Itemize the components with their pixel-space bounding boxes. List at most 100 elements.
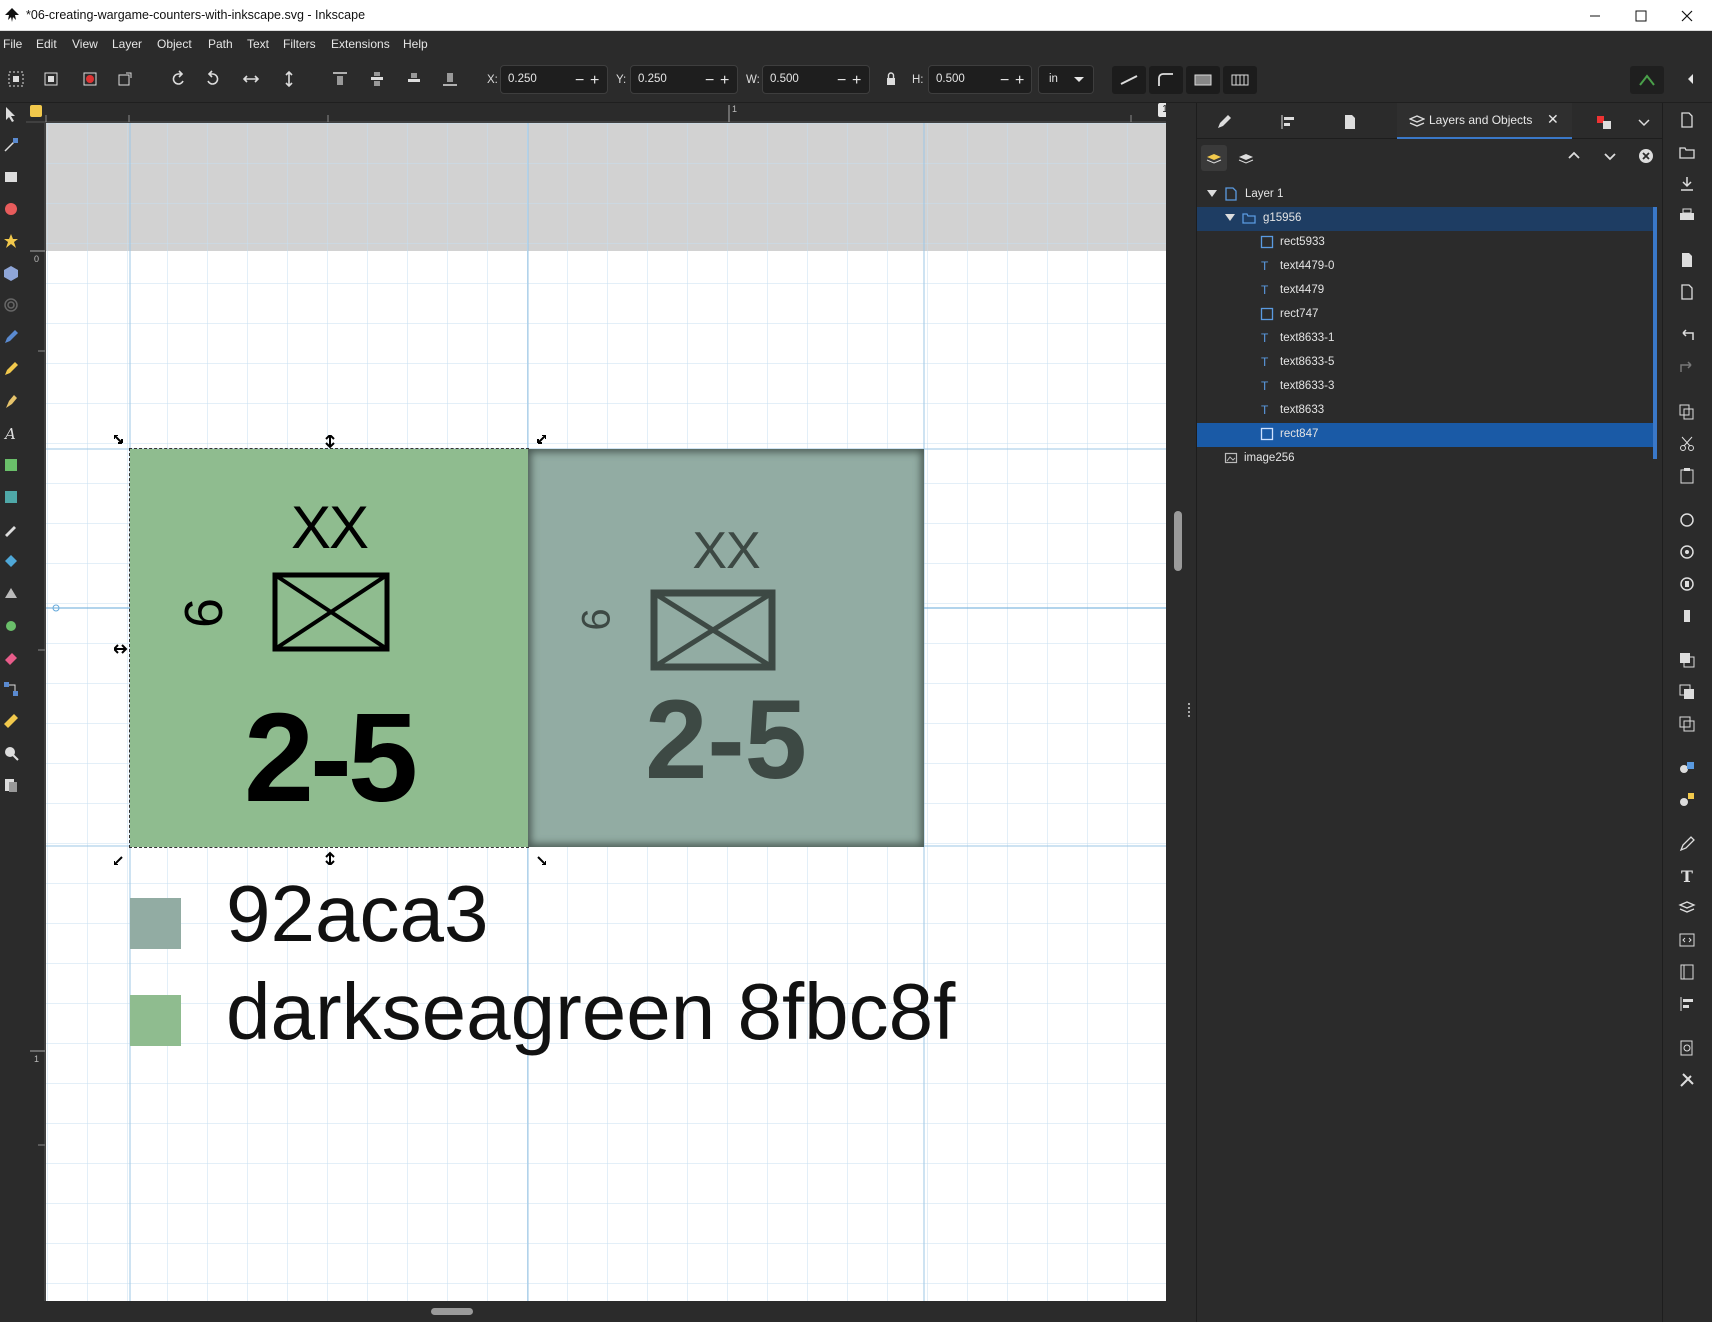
- object-mode-button[interactable]: [1233, 145, 1259, 171]
- fill-stroke-dialog-button[interactable]: [1678, 835, 1698, 855]
- expand-triangle-icon[interactable]: [1225, 214, 1235, 222]
- w-increment[interactable]: +: [852, 72, 861, 90]
- raise-button[interactable]: [364, 66, 390, 92]
- tree-row-image[interactable]: image256: [1197, 447, 1657, 471]
- find-replace-button[interactable]: [1678, 1039, 1698, 1059]
- menu-layer[interactable]: Layer: [112, 37, 142, 51]
- w-decrement[interactable]: −: [837, 72, 846, 90]
- expand-triangle-icon[interactable]: [1207, 190, 1217, 198]
- ellipse-tool[interactable]: [2, 200, 20, 218]
- print-button[interactable]: [1678, 207, 1698, 227]
- lock-proportions-button[interactable]: [878, 66, 904, 92]
- move-up-button[interactable]: [1565, 147, 1585, 167]
- tweak-tool[interactable]: [2, 488, 20, 506]
- tree-row-object[interactable]: T text8633-5: [1197, 351, 1657, 375]
- scale-stroke-button[interactable]: [112, 66, 138, 92]
- move-gradients-toggle[interactable]: [1186, 66, 1220, 94]
- tree-row-object[interactable]: T text4479: [1197, 279, 1657, 303]
- lower-button[interactable]: [401, 66, 427, 92]
- pen-tool[interactable]: [2, 360, 20, 378]
- zoom-page-button[interactable]: [1678, 575, 1698, 595]
- unlink-clone-button[interactable]: [1678, 715, 1698, 735]
- xml-editor-button[interactable]: [1678, 931, 1698, 951]
- connector-tool[interactable]: [2, 680, 20, 698]
- preferences-button[interactable]: [1678, 1071, 1698, 1091]
- pencil-tool[interactable]: [2, 328, 20, 346]
- unit-dropdown[interactable]: [1065, 65, 1094, 94]
- tab-document[interactable]: [1323, 103, 1377, 139]
- gradient-tool[interactable]: [2, 584, 20, 602]
- deselect-button[interactable]: [77, 66, 103, 92]
- tab-fill-stroke[interactable]: [1197, 103, 1251, 139]
- menu-file[interactable]: File: [3, 37, 22, 51]
- ungroup-button[interactable]: [1678, 791, 1698, 811]
- open-button[interactable]: [1678, 143, 1698, 163]
- scale-stroke-toggle[interactable]: [1112, 66, 1146, 94]
- menu-view[interactable]: View: [72, 37, 98, 51]
- horizontal-scrollbar[interactable]: [46, 1301, 1180, 1322]
- tree-row-object-selected[interactable]: rect847: [1197, 423, 1657, 447]
- minimize-button[interactable]: [1572, 0, 1618, 31]
- paste-button[interactable]: [1678, 467, 1698, 487]
- cut-button[interactable]: [1678, 435, 1698, 455]
- undo-button[interactable]: [1678, 327, 1698, 347]
- tab-layers-and-objects[interactable]: Layers and Objects ✕: [1397, 103, 1572, 139]
- menu-help[interactable]: Help: [403, 37, 428, 51]
- import-button[interactable]: [1678, 251, 1698, 271]
- tree-row-object[interactable]: T text4479-0: [1197, 255, 1657, 279]
- pages-tool[interactable]: [2, 776, 20, 794]
- x-increment[interactable]: +: [590, 72, 599, 90]
- zoom-tool[interactable]: [2, 744, 20, 762]
- calligraphy-tool[interactable]: [2, 392, 20, 410]
- 3d-box-tool[interactable]: [2, 264, 20, 282]
- x-decrement[interactable]: −: [575, 72, 584, 90]
- rotate-cw-button[interactable]: [200, 66, 226, 92]
- align-distribute-button[interactable]: [1678, 995, 1698, 1015]
- menu-extensions[interactable]: Extensions: [331, 37, 390, 51]
- menu-path[interactable]: Path: [208, 37, 233, 51]
- h-increment[interactable]: +: [1015, 72, 1024, 90]
- rectangle-tool[interactable]: [2, 168, 20, 186]
- h-field[interactable]: 0.500 − +: [928, 65, 1032, 94]
- swatch-scanned[interactable]: [130, 898, 181, 949]
- group-button[interactable]: [1678, 759, 1698, 779]
- menu-text[interactable]: Text: [247, 37, 269, 51]
- snap-toggle[interactable]: [1630, 66, 1664, 94]
- select-all-button[interactable]: [3, 66, 29, 92]
- y-increment[interactable]: +: [720, 72, 729, 90]
- maximize-button[interactable]: [1618, 0, 1664, 31]
- move-patterns-toggle[interactable]: [1223, 66, 1257, 94]
- selection-handles[interactable]: [114, 435, 546, 865]
- zoom-selection-button[interactable]: [1678, 511, 1698, 531]
- layers-dialog-button[interactable]: [1678, 899, 1698, 919]
- tree-row-object[interactable]: T text8633: [1197, 399, 1657, 423]
- scale-corners-toggle[interactable]: [1149, 66, 1183, 94]
- selector-tool[interactable]: [2, 105, 20, 123]
- flip-vertical-button[interactable]: [276, 66, 302, 92]
- remove-button[interactable]: [1637, 147, 1657, 167]
- raise-to-top-button[interactable]: [327, 66, 353, 92]
- swatch-darkseagreen-label[interactable]: darkseagreen 8fbc8f: [226, 966, 955, 1058]
- text-tool[interactable]: A: [2, 424, 20, 443]
- copy-button[interactable]: [1678, 403, 1698, 423]
- mesh-tool[interactable]: [2, 616, 20, 634]
- paint-bucket-tool[interactable]: [2, 552, 20, 570]
- y-decrement[interactable]: −: [705, 72, 714, 90]
- menu-object[interactable]: Object: [157, 37, 192, 51]
- flip-horizontal-button[interactable]: [238, 66, 264, 92]
- lock-guides-icon[interactable]: [30, 105, 42, 117]
- export-button[interactable]: [1678, 283, 1698, 303]
- clone-button[interactable]: [1678, 683, 1698, 703]
- tree-row-object[interactable]: rect747: [1197, 303, 1657, 327]
- h-decrement[interactable]: −: [1000, 72, 1009, 90]
- text-font-dialog-button[interactable]: T: [1678, 867, 1698, 887]
- zoom-drawing-button[interactable]: [1678, 543, 1698, 563]
- add-layer-button[interactable]: [1201, 145, 1227, 171]
- swatch-darkseagreen[interactable]: [130, 995, 181, 1046]
- new-document-button[interactable]: [1678, 111, 1698, 131]
- collapse-commands-button[interactable]: [1678, 66, 1704, 92]
- star-tool[interactable]: [2, 232, 20, 250]
- measure-tool[interactable]: [2, 712, 20, 730]
- dropper-tool[interactable]: [2, 520, 20, 538]
- spray-tool[interactable]: [2, 456, 20, 474]
